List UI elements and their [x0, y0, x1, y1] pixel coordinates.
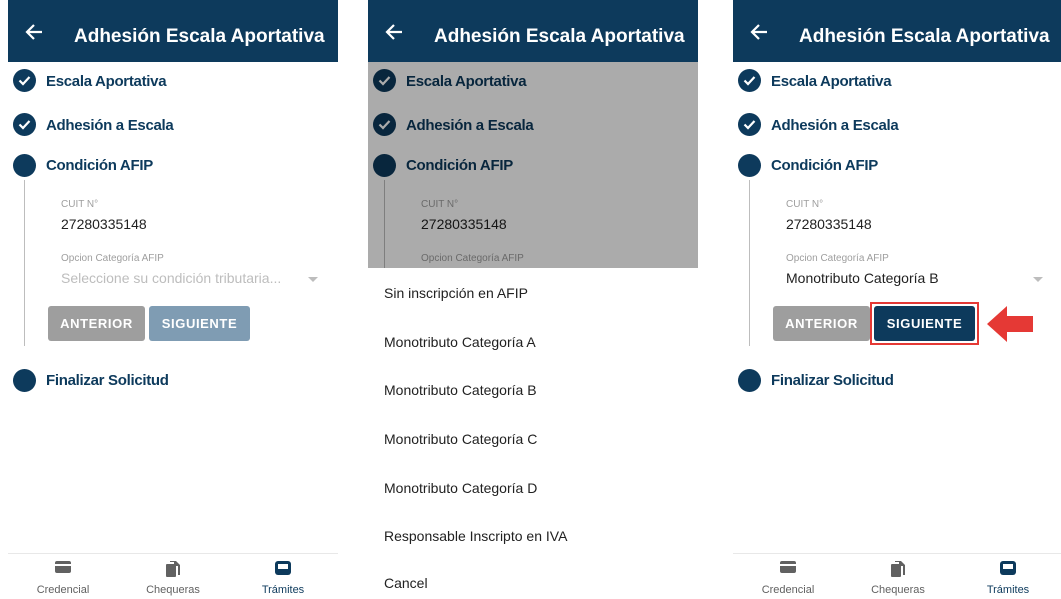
siguiente-button[interactable]: SIGUIENTE [149, 306, 250, 341]
siguiente-button[interactable]: SIGUIENTE [874, 306, 975, 341]
screen-step-enabled: Adhesión Escala Aportativa Escala Aporta… [733, 0, 1061, 599]
step-1-label[interactable]: Escala Aportativa [46, 73, 167, 90]
arrow-left-icon[interactable] [384, 22, 404, 42]
bottom-nav: Credencial Chequeras Trámites [733, 553, 1061, 599]
screen-step-disabled: Adhesión Escala Aportativa Escala Aporta… [8, 0, 338, 599]
option-monotributo-a[interactable]: Monotributo Categoría A [384, 334, 536, 350]
page-title: Adhesión Escala Aportativa [799, 26, 1050, 47]
pending-step-dot [13, 369, 36, 392]
nav-chequeras[interactable]: Chequeras [843, 554, 953, 599]
arrow-left-icon[interactable] [24, 22, 44, 42]
app-bar: Adhesión Escala Aportativa [368, 0, 698, 62]
anterior-button[interactable]: ANTERIOR [48, 306, 145, 341]
categoria-select[interactable]: Monotributo Categoría B [786, 270, 939, 286]
pending-step-dot [738, 369, 761, 392]
inbox-tray-icon [275, 561, 291, 575]
categoria-label: Opcion Categoría AFIP [786, 253, 889, 264]
step-2-label[interactable]: Adhesión a Escala [771, 117, 899, 134]
option-monotributo-c[interactable]: Monotributo Categoría C [384, 431, 537, 447]
category-picker-sheet: Sin inscripción en AFIP Monotributo Cate… [368, 268, 698, 599]
page-title: Adhesión Escala Aportativa [434, 26, 685, 47]
arrow-left-icon[interactable] [749, 22, 769, 42]
nav-credencial-label: Credencial [36, 584, 90, 596]
bottom-nav: Credencial Chequeras Trámites [8, 553, 338, 599]
chevron-down-icon [1033, 277, 1043, 282]
modal-backdrop[interactable] [368, 62, 698, 268]
cuit-label: CUIT N° [61, 199, 99, 210]
app-bar: Adhesión Escala Aportativa [733, 0, 1061, 62]
nav-credencial[interactable]: Credencial [733, 554, 843, 599]
check-circle-icon [13, 113, 36, 136]
inbox-tray-icon [1000, 561, 1016, 575]
nav-credencial-label: Credencial [761, 584, 815, 596]
active-step-dot [13, 154, 36, 177]
step-1-label[interactable]: Escala Aportativa [771, 73, 892, 90]
cuit-value: 27280335148 [786, 216, 872, 232]
card-icon [55, 561, 71, 573]
documents-icon [891, 561, 905, 577]
screen-picker-open: Adhesión Escala Aportativa Escala Aporta… [368, 0, 698, 599]
card-icon [780, 561, 796, 573]
documents-icon [166, 561, 180, 577]
step-4-label[interactable]: Finalizar Solicitud [46, 372, 169, 389]
step-4-label[interactable]: Finalizar Solicitud [771, 372, 894, 389]
cuit-value: 27280335148 [61, 216, 147, 232]
active-step-dot [738, 154, 761, 177]
app-bar: Adhesión Escala Aportativa [8, 0, 338, 62]
option-monotributo-d[interactable]: Monotributo Categoría D [384, 480, 537, 496]
option-responsable-inscripto[interactable]: Responsable Inscripto en IVA [384, 528, 567, 544]
chevron-down-icon [308, 277, 318, 282]
categoria-select[interactable]: Seleccione su condición tributaria... [61, 270, 281, 286]
cancel-button[interactable]: Cancel [384, 575, 428, 591]
check-circle-icon [738, 69, 761, 92]
page-title: Adhesión Escala Aportativa [74, 26, 325, 47]
option-monotributo-b[interactable]: Monotributo Categoría B [384, 382, 537, 398]
cuit-label: CUIT N° [786, 199, 824, 210]
nav-tramites[interactable]: Trámites [228, 554, 338, 599]
step-3-label[interactable]: Condición AFIP [771, 157, 878, 174]
check-circle-icon [738, 113, 761, 136]
nav-chequeras-label: Chequeras [146, 584, 200, 596]
step-connector [749, 180, 750, 346]
check-circle-icon [13, 69, 36, 92]
red-arrow-icon [987, 306, 1033, 342]
nav-tramites[interactable]: Trámites [953, 554, 1061, 599]
nav-chequeras-label: Chequeras [871, 584, 925, 596]
step-2-label[interactable]: Adhesión a Escala [46, 117, 174, 134]
nav-credencial[interactable]: Credencial [8, 554, 118, 599]
step-3-label[interactable]: Condición AFIP [46, 157, 153, 174]
nav-chequeras[interactable]: Chequeras [118, 554, 228, 599]
anterior-button[interactable]: ANTERIOR [773, 306, 870, 341]
step-connector [24, 180, 25, 346]
categoria-label: Opcion Categoría AFIP [61, 253, 164, 264]
nav-tramites-label: Trámites [261, 584, 305, 596]
option-sin-inscripcion[interactable]: Sin inscripción en AFIP [384, 285, 528, 301]
nav-tramites-label: Trámites [986, 584, 1030, 596]
